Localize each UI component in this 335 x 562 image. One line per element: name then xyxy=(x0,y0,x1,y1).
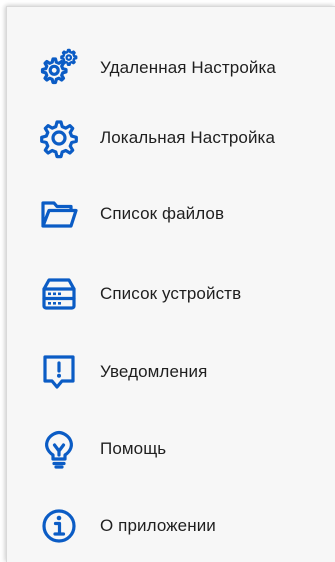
menu-item-local-settings[interactable]: Локальная Настройка xyxy=(7,104,335,172)
navigation-drawer: Удаленная Настройка Локальная Настройка … xyxy=(6,6,335,562)
notification-exclamation-icon xyxy=(37,350,81,394)
menu-item-label: Список файлов xyxy=(100,204,225,223)
lightbulb-icon xyxy=(37,427,81,471)
menu-item-label: Список устройств xyxy=(100,284,242,303)
menu-item-label: Удаленная Настройка xyxy=(100,58,276,77)
menu-item-help[interactable]: Помощь xyxy=(7,415,335,483)
menu-item-label: О приложении xyxy=(100,516,216,535)
info-icon xyxy=(37,504,81,548)
menu-item-about[interactable]: О приложении xyxy=(7,492,335,560)
menu-item-label: Помощь xyxy=(100,439,167,458)
menu-item-label: Уведомления xyxy=(100,362,208,381)
menu-item-device-list[interactable]: Список устройств xyxy=(7,260,335,328)
menu-item-notifications[interactable]: Уведомления xyxy=(7,338,335,406)
remote-settings-gears-icon xyxy=(37,46,81,90)
menu-item-remote-settings[interactable]: Удаленная Настройка xyxy=(7,34,335,102)
gear-icon xyxy=(37,116,81,160)
server-storage-icon xyxy=(37,272,81,316)
folder-icon xyxy=(37,192,81,236)
menu-item-label: Локальная Настройка xyxy=(100,128,276,147)
menu-item-file-list[interactable]: Список файлов xyxy=(7,180,335,248)
